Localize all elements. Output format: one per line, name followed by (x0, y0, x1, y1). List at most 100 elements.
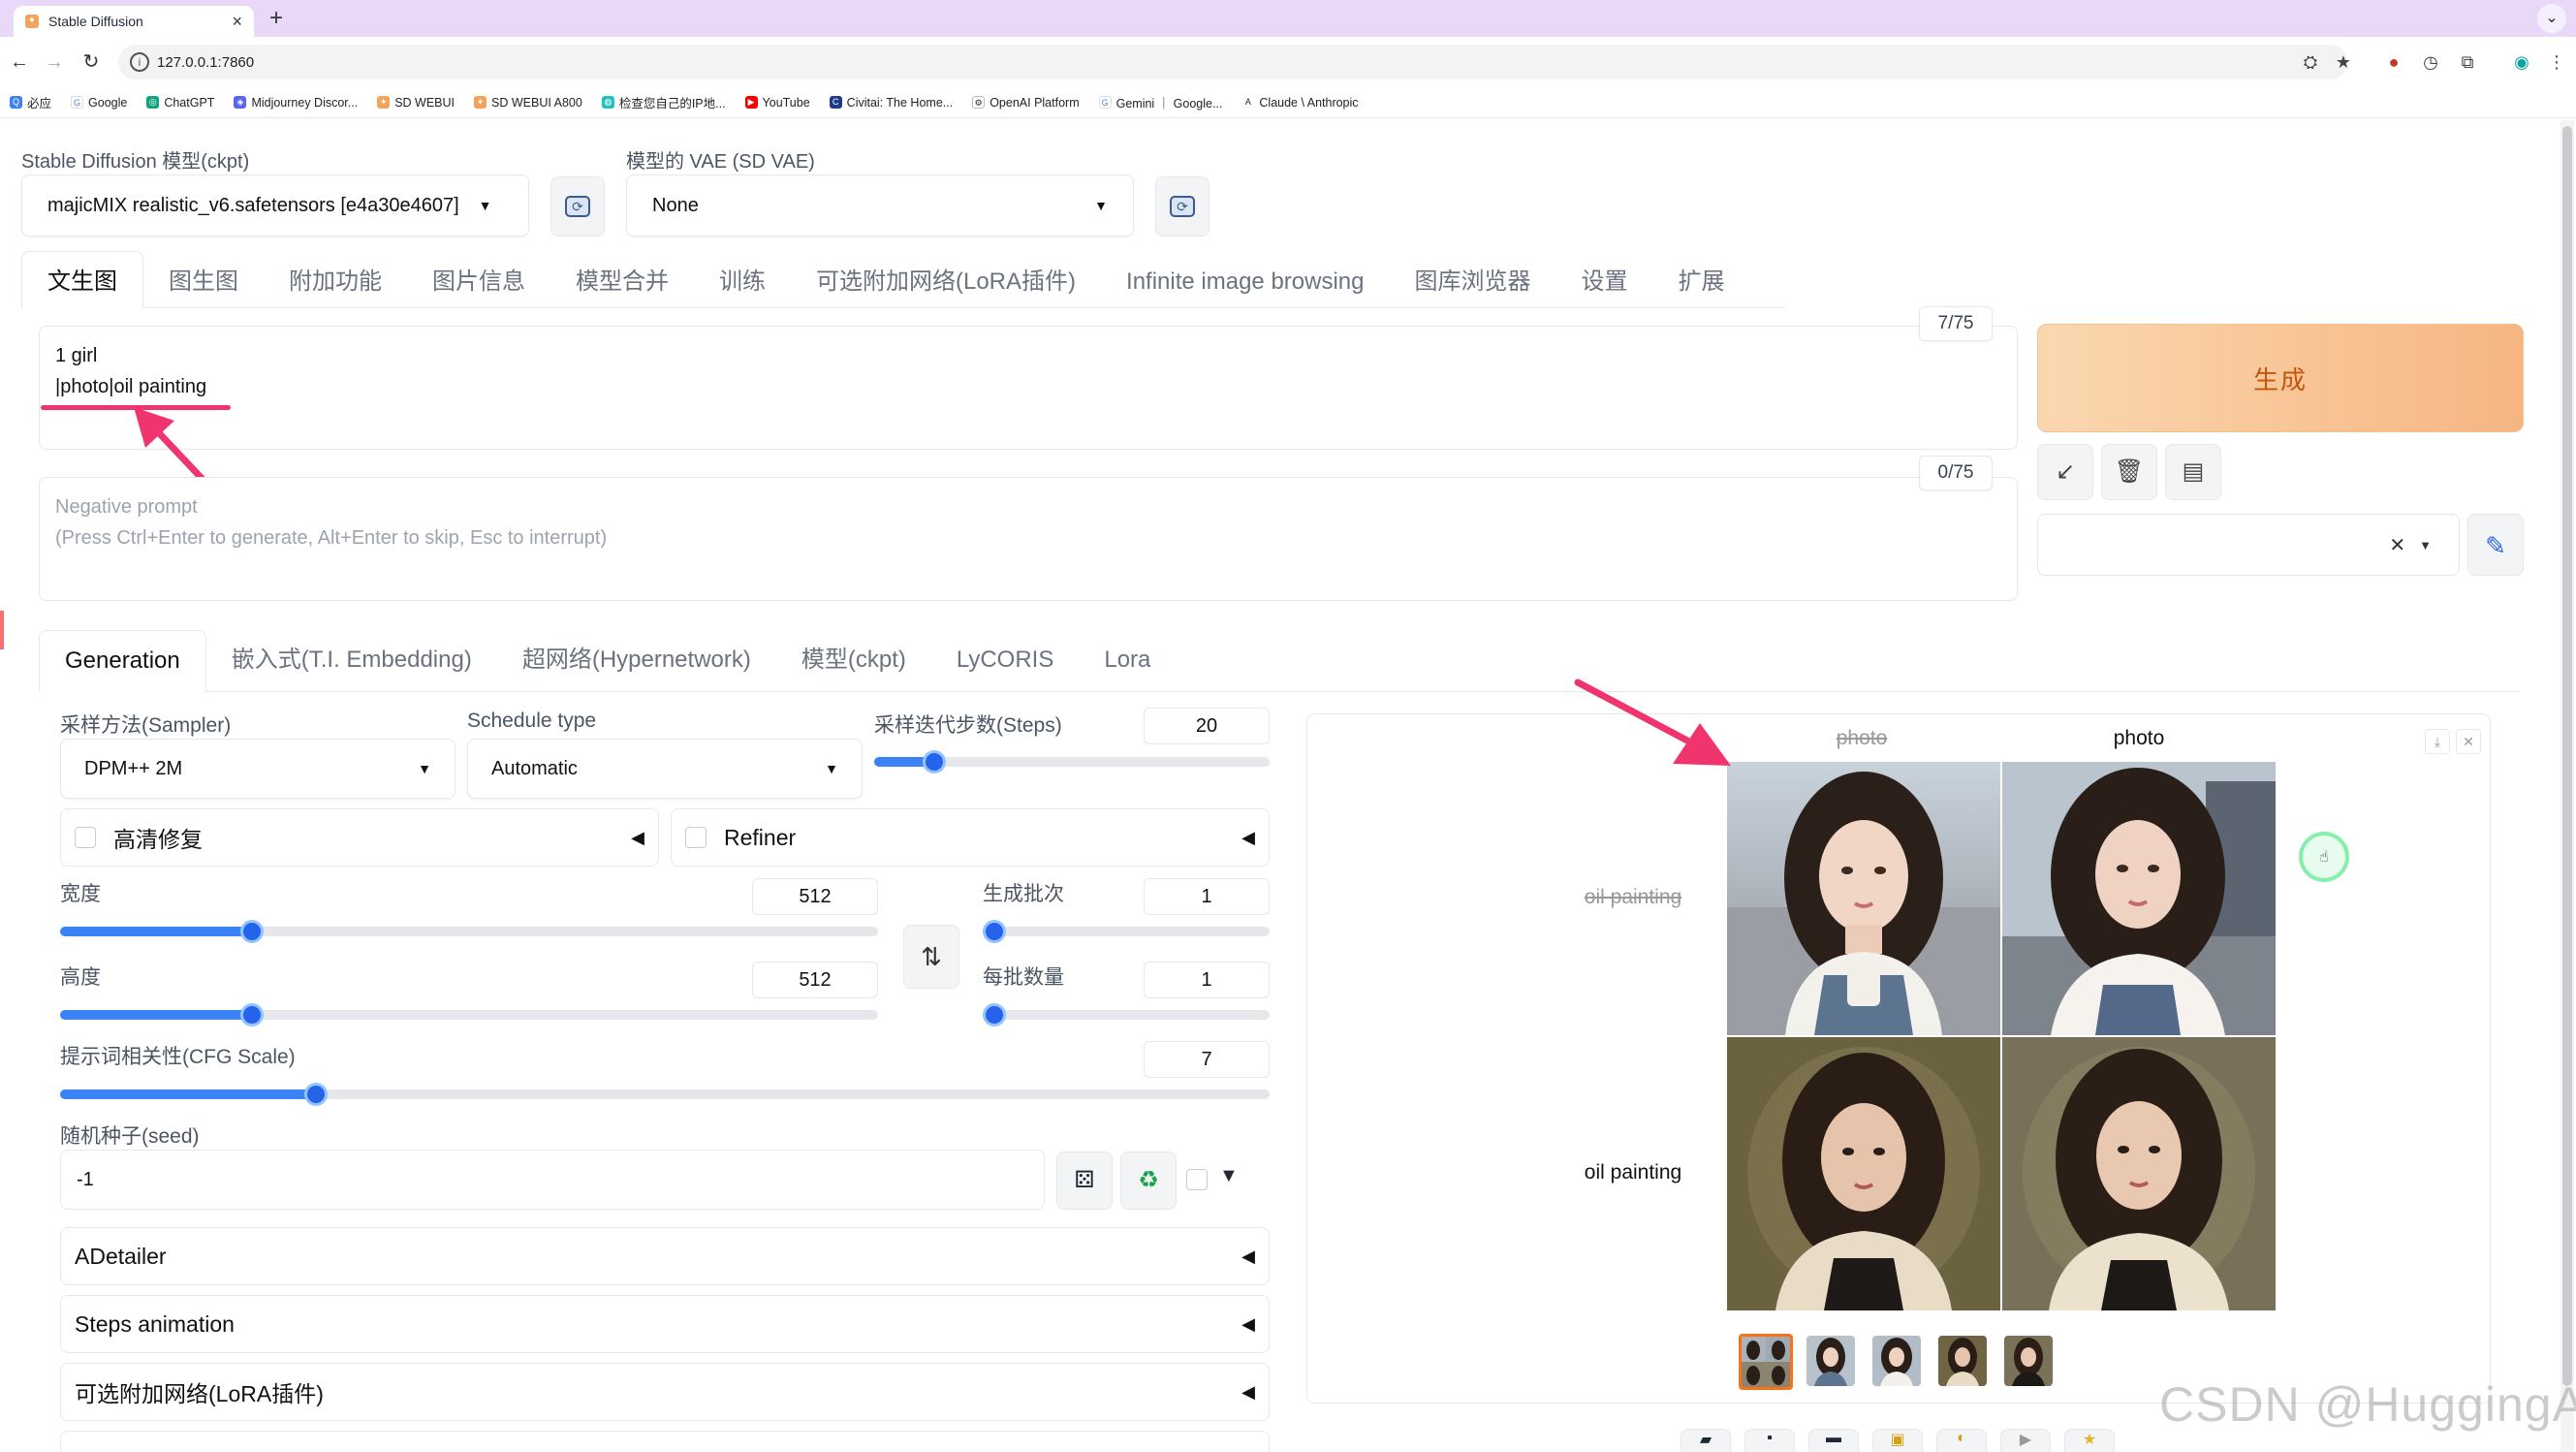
refiner-checkbox[interactable] (685, 827, 707, 848)
tab-embedding[interactable]: 嵌入式(T.I. Embedding) (206, 630, 497, 692)
bookmark-youtube[interactable]: ▶ YouTube (744, 96, 810, 110)
vae-dropdown[interactable]: None ▼ (626, 174, 1134, 237)
grid-image-photo-1[interactable] (1727, 762, 2000, 1035)
tab-lycoris[interactable]: LyCORIS (931, 630, 1079, 692)
edit-styles-button[interactable]: ✎ (2467, 514, 2524, 576)
batch-count-slider[interactable] (983, 920, 1270, 943)
zip-button[interactable]: ▬ (1808, 1429, 1859, 1452)
refresh-ckpt-button[interactable]: ⟳ (550, 176, 605, 237)
steps-input[interactable]: 20 (1144, 708, 1270, 744)
width-slider[interactable] (60, 920, 878, 943)
extra-seed-checkbox[interactable] (1186, 1169, 1208, 1190)
tab-lora[interactable]: Lora (1079, 630, 1176, 692)
save-button[interactable]: ▪ (1744, 1429, 1795, 1452)
grid-image-photo-2[interactable] (2002, 762, 2276, 1035)
download-icon[interactable]: ⤓ (2425, 729, 2450, 754)
slider-handle[interactable] (304, 1083, 328, 1106)
send-to-extras-button[interactable]: ▶ (2000, 1429, 2051, 1452)
menu-icon[interactable]: ⋮ (2543, 48, 2570, 76)
swap-dimensions-button[interactable]: ⇅ (903, 925, 959, 989)
grid-image-oil-painting-2[interactable] (2002, 1037, 2276, 1310)
extra-seed-toggle-icon[interactable]: ▼ (1219, 1165, 1239, 1187)
random-seed-button[interactable]: ⚄ (1056, 1152, 1113, 1210)
schedule-type-dropdown[interactable]: Automatic ▼ (467, 739, 863, 799)
adetailer-accordion[interactable]: ADetailer ◀ (60, 1227, 1270, 1285)
batch-size-slider[interactable] (983, 1003, 1270, 1026)
bookmark-star-icon[interactable]: ★ (2330, 48, 2357, 76)
tab-generation[interactable]: Generation (39, 630, 206, 692)
bookmark-bing[interactable]: Q 必应 (10, 93, 51, 111)
reload-icon[interactable]: ↻ (76, 47, 107, 78)
translate-icon[interactable]: ⛭ (2297, 48, 2324, 76)
width-input[interactable]: 512 (752, 878, 878, 915)
tab-hypernetwork[interactable]: 超网络(Hypernetwork) (497, 630, 776, 692)
thumbnail-2[interactable] (1872, 1336, 1921, 1386)
batch-size-input[interactable]: 1 (1144, 962, 1270, 998)
thumbnail-1[interactable] (1806, 1336, 1855, 1386)
address-bar[interactable]: i 127.0.0.1:7860 (118, 45, 2347, 79)
site-info-icon[interactable]: i (130, 52, 149, 72)
bookmark-midjourney[interactable]: ◈ Midjourney Discor... (234, 96, 358, 110)
tab-model-merge[interactable]: 模型合并 (550, 262, 694, 307)
next-accordion-partial[interactable] (60, 1431, 1270, 1452)
cfg-input[interactable]: 7 (1144, 1041, 1270, 1078)
bookmark-google[interactable]: G Google (71, 96, 127, 110)
profile-avatar-icon[interactable]: ◉ (2508, 48, 2535, 76)
bookmark-sd-webui-a800[interactable]: ✦ SD WEBUI A800 (474, 96, 582, 110)
hires-fix-accordion[interactable]: 高清修复 ◀ (60, 808, 659, 867)
clear-prompt-button[interactable]: 🗑 (2101, 444, 2157, 500)
slider-handle[interactable] (240, 1003, 264, 1026)
browser-tab[interactable]: ✦ Stable Diffusion × (14, 6, 254, 37)
bookmark-ip-check[interactable]: ◍ 检查您自己的IP地... (601, 93, 726, 111)
slider-handle[interactable] (923, 750, 946, 773)
bookmark-sd-webui[interactable]: ✦ SD WEBUI (377, 96, 455, 110)
close-preview-icon[interactable]: ✕ (2456, 729, 2481, 754)
tab-png-info[interactable]: 图片信息 (407, 262, 550, 307)
tab-extras[interactable]: 附加功能 (264, 262, 407, 307)
refresh-vae-button[interactable]: ⟳ (1155, 176, 1209, 237)
tab-checkpoints[interactable]: 模型(ckpt) (776, 630, 931, 692)
bookmark-civitai[interactable]: C Civitai: The Home... (829, 96, 953, 110)
height-input[interactable]: 512 (752, 962, 878, 998)
tab-additional-networks[interactable]: 可选附加网络(LoRA插件) (791, 262, 1101, 307)
history-icon[interactable]: ◷ (2417, 48, 2444, 76)
bookmark-openai[interactable]: ⚙ OpenAI Platform (972, 96, 1080, 110)
slider-handle[interactable] (240, 920, 264, 943)
styles-dropdown[interactable]: ✕ ▼ (2037, 514, 2460, 576)
tab-txt2img[interactable]: 文生图 (21, 251, 143, 308)
page-scrollbar[interactable] (2560, 120, 2574, 1452)
forward-icon[interactable]: → (39, 47, 70, 78)
thumbnail-4[interactable] (2004, 1336, 2053, 1386)
ckpt-dropdown[interactable]: majicMIX realistic_v6.safetensors [e4a30… (21, 174, 529, 237)
tab-image-browser[interactable]: 图库浏览器 (1390, 262, 1556, 307)
grid-image-oil-painting-1[interactable] (1727, 1037, 2000, 1310)
batch-count-input[interactable]: 1 (1144, 878, 1270, 915)
scrollbar-thumb[interactable] (2562, 126, 2572, 1386)
slider-handle[interactable] (983, 920, 1006, 943)
thumbnail-grid[interactable] (1739, 1334, 1793, 1390)
tab-train[interactable]: 训练 (694, 262, 791, 307)
bookmark-claude[interactable]: A Claude \ Anthropic (1241, 96, 1359, 110)
refiner-accordion[interactable]: Refiner ◀ (671, 808, 1270, 867)
tab-infinite-image-browsing[interactable]: Infinite image browsing (1101, 268, 1389, 307)
paste-styles-button[interactable]: ▤ (2165, 444, 2221, 500)
new-tab-button[interactable]: + (262, 4, 291, 33)
slider-handle[interactable] (983, 1003, 1006, 1026)
hires-fix-checkbox[interactable] (75, 827, 96, 848)
seed-input[interactable]: -1 (60, 1150, 1045, 1210)
clear-icon[interactable]: ✕ (2389, 533, 2405, 557)
cfg-slider[interactable] (60, 1083, 1270, 1106)
back-icon[interactable]: ← (4, 47, 35, 78)
bookmark-gemini[interactable]: G Gemini ｜ Google... (1098, 93, 1222, 111)
additional-networks-accordion[interactable]: 可选附加网络(LoRA插件) ◀ (60, 1363, 1270, 1421)
reuse-seed-button[interactable]: ♻ (1120, 1152, 1177, 1210)
extensions-icon[interactable]: ⧉ (2454, 48, 2481, 76)
steps-slider[interactable] (874, 750, 1270, 773)
thumbnail-3[interactable] (1938, 1336, 1987, 1386)
open-folder-button[interactable]: ▰ (1681, 1429, 1731, 1452)
tab-img2img[interactable]: 图生图 (143, 262, 264, 307)
height-slider[interactable] (60, 1003, 878, 1026)
steps-animation-accordion[interactable]: Steps animation ◀ (60, 1295, 1270, 1353)
negative-prompt-textarea[interactable]: Negative prompt (Press Ctrl+Enter to gen… (39, 477, 2018, 601)
tab-extensions[interactable]: 扩展 (1653, 262, 1750, 307)
